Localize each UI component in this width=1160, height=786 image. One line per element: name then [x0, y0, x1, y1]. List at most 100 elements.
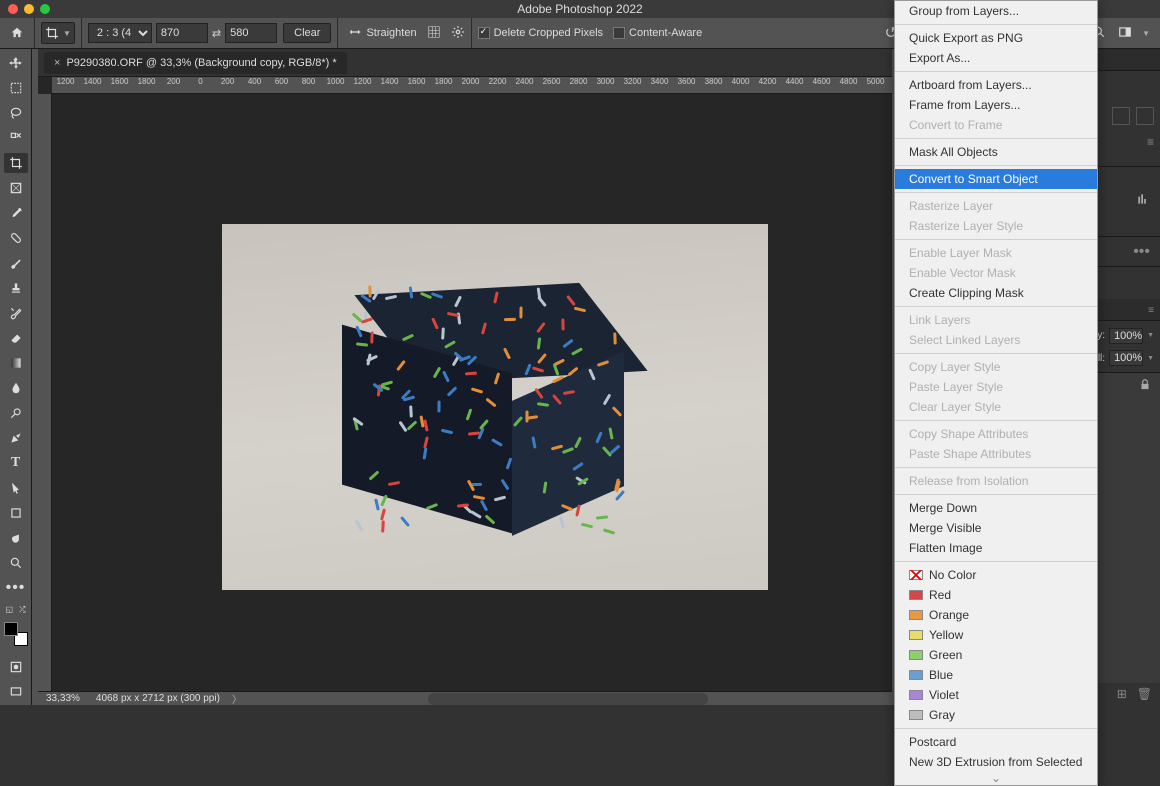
chevron-down-icon[interactable]: ▼	[1147, 355, 1154, 362]
align-icon[interactable]	[1112, 107, 1130, 125]
move-tool[interactable]	[4, 53, 28, 73]
trash-icon[interactable]: 🗑	[1137, 687, 1152, 701]
frame-tool[interactable]	[4, 178, 28, 198]
canvas-area[interactable]	[52, 94, 892, 691]
crop-tool-indicator[interactable]: ▼	[41, 22, 75, 44]
straighten-icon[interactable]	[348, 25, 362, 42]
path-tool[interactable]	[4, 478, 28, 498]
quick-mask[interactable]	[4, 657, 28, 677]
dodge-tool[interactable]	[4, 403, 28, 423]
minimize-window-button[interactable]	[24, 4, 34, 14]
delete-cropped-checkbox[interactable]	[478, 27, 490, 39]
ruler-tick: 1600	[106, 77, 133, 93]
type-tool[interactable]: T	[4, 453, 28, 473]
gear-icon[interactable]	[451, 25, 465, 42]
menu-item[interactable]: Merge Visible	[895, 518, 1097, 538]
straighten-label[interactable]: Straighten	[366, 27, 416, 39]
menu-item[interactable]: Flatten Image	[895, 538, 1097, 558]
menu-item[interactable]: Green	[895, 645, 1097, 665]
ruler-tick: 2800	[565, 77, 592, 93]
menu-item-label: Convert to Smart Object	[909, 172, 1038, 186]
clear-button[interactable]: Clear	[283, 23, 331, 43]
stamp-tool[interactable]	[4, 278, 28, 298]
menu-item[interactable]: Merge Down	[895, 498, 1097, 518]
menu-item-label: Paste Layer Style	[909, 380, 1003, 394]
lock-icon[interactable]	[1138, 378, 1152, 397]
document-tab[interactable]: × P9290380.ORF @ 33,3% (Background copy,…	[44, 52, 347, 74]
menu-item[interactable]: Orange	[895, 605, 1097, 625]
brush-tool[interactable]	[4, 253, 28, 273]
gradient-tool[interactable]	[4, 353, 28, 373]
history-brush-tool[interactable]	[4, 303, 28, 323]
menu-item[interactable]: Frame from Layers...	[895, 95, 1097, 115]
ruler-tick: 1000	[322, 77, 349, 93]
chevron-down-icon[interactable]: ▼	[1142, 29, 1150, 38]
fill-value[interactable]: 100%	[1109, 350, 1143, 366]
fgbg-swap[interactable]: ◱⤮	[6, 605, 26, 615]
ruler-horizontal[interactable]: 1200140016001800200020040060080010001200…	[52, 77, 892, 94]
menu-item[interactable]: Create Clipping Mask	[895, 283, 1097, 303]
menu-item-label: Export As...	[909, 51, 970, 65]
menu-item[interactable]: Red	[895, 585, 1097, 605]
menu-item-label: Copy Shape Attributes	[909, 427, 1028, 441]
blur-tool[interactable]	[4, 378, 28, 398]
menu-item[interactable]: Group from Layers...	[895, 1, 1097, 21]
crop-height-input[interactable]	[225, 23, 277, 43]
menu-scroll-down[interactable]: ⌄	[895, 769, 1097, 785]
fgbg-colors[interactable]	[4, 622, 28, 646]
close-tab-icon[interactable]: ×	[54, 57, 60, 69]
menu-item[interactable]: No Color	[895, 565, 1097, 585]
menu-item[interactable]: Export As...	[895, 48, 1097, 68]
scrollbar-horizontal[interactable]	[428, 693, 708, 705]
shape-tool[interactable]	[4, 503, 28, 523]
opacity-value[interactable]: 100%	[1109, 328, 1143, 344]
eraser-tool[interactable]	[4, 328, 28, 348]
doc-info-arrow[interactable]: 〉	[232, 691, 242, 705]
panel-menu-icon[interactable]: ≡	[1142, 301, 1160, 320]
zoom-tool[interactable]	[4, 553, 28, 573]
eyedropper-tool[interactable]	[4, 203, 28, 223]
color-swatch	[909, 630, 923, 640]
doc-info[interactable]: 4068 px x 2712 px (300 ppi)	[96, 693, 220, 704]
crop-tool[interactable]	[4, 153, 28, 173]
swap-icon[interactable]: ⇄	[212, 27, 221, 40]
fg-color[interactable]	[4, 622, 18, 636]
marquee-tool[interactable]	[4, 78, 28, 98]
color-swatch	[909, 650, 923, 660]
ruler-tick: 1400	[376, 77, 403, 93]
menu-item[interactable]: Gray	[895, 705, 1097, 725]
menu-item: Convert to Frame	[895, 115, 1097, 135]
crop-width-input[interactable]	[156, 23, 208, 43]
histogram-icon[interactable]	[1136, 192, 1150, 211]
menu-item[interactable]: Yellow	[895, 625, 1097, 645]
close-window-button[interactable]	[8, 4, 18, 14]
home-icon[interactable]	[6, 24, 28, 42]
menu-item[interactable]: Mask All Objects	[895, 142, 1097, 162]
menu-item[interactable]: Violet	[895, 685, 1097, 705]
zoom-window-button[interactable]	[40, 4, 50, 14]
new-layer-icon[interactable]: ⊞	[1117, 687, 1127, 701]
overlay-icon[interactable]	[427, 25, 441, 42]
lasso-tool[interactable]	[4, 103, 28, 123]
menu-item[interactable]: Quick Export as PNG	[895, 28, 1097, 48]
zoom-level[interactable]: 33,33%	[46, 693, 80, 704]
workspace-switcher[interactable]	[1118, 25, 1132, 42]
align-icon[interactable]	[1136, 107, 1154, 125]
screen-mode[interactable]	[4, 682, 28, 702]
healing-tool[interactable]	[4, 228, 28, 248]
menu-item[interactable]: Artboard from Layers...	[895, 75, 1097, 95]
menu-item[interactable]: Postcard	[895, 732, 1097, 752]
ruler-vertical[interactable]	[38, 94, 52, 705]
ruler-tick: 1200	[52, 77, 79, 93]
menu-item[interactable]: Blue	[895, 665, 1097, 685]
menu-item[interactable]: Convert to Smart Object	[895, 169, 1097, 189]
hand-tool[interactable]	[4, 528, 28, 548]
ruler-tick: 5000	[862, 77, 889, 93]
crop-ratio-select[interactable]: 2 : 3 (4 : 6)	[88, 23, 152, 43]
pen-tool[interactable]	[4, 428, 28, 448]
selection-tool[interactable]	[4, 128, 28, 148]
content-aware-checkbox[interactable]	[613, 27, 625, 39]
more-tools[interactable]: •••	[4, 578, 28, 598]
chevron-down-icon[interactable]: ▼	[1147, 332, 1154, 339]
sprinkle	[352, 312, 363, 322]
